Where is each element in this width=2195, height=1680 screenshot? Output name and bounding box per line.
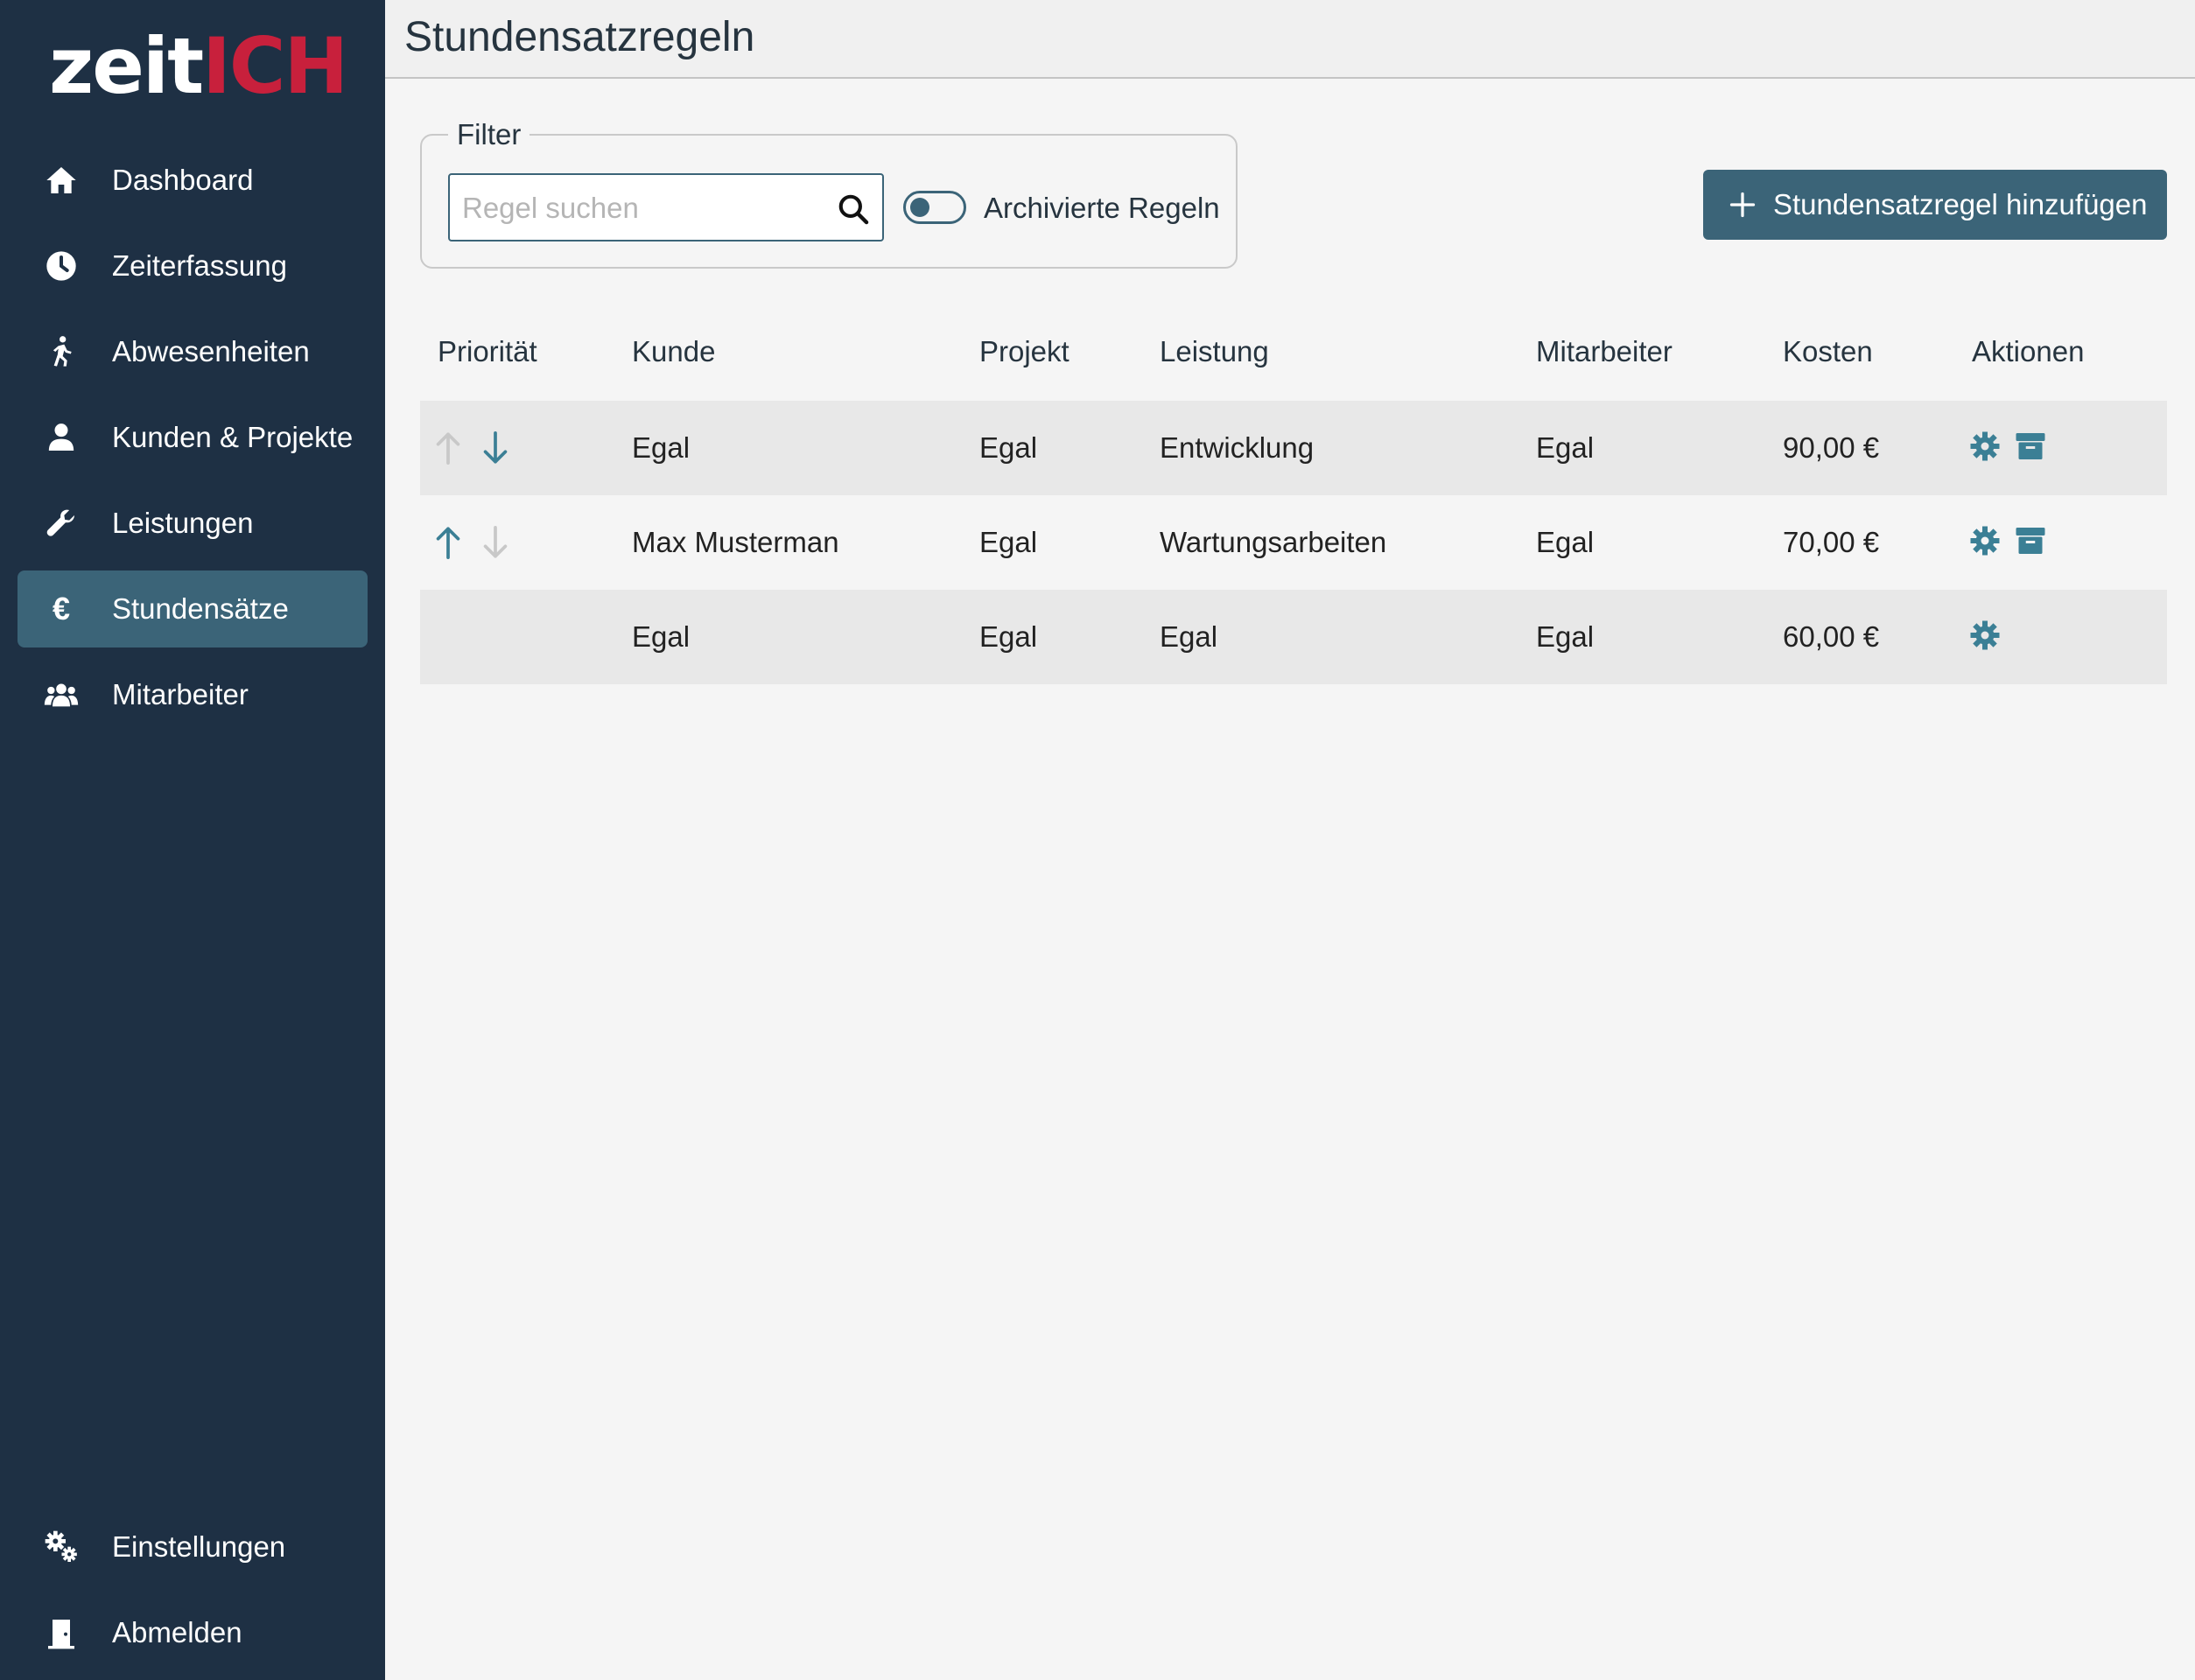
home-icon [42, 161, 81, 200]
page-title: Stundensatzregeln [404, 14, 755, 60]
add-rate-rule-button[interactable]: Stundensatzregel hinzufügen [1703, 170, 2167, 240]
cell-kosten: 90,00 € [1783, 431, 1880, 464]
cell-leistung: Entwicklung [1160, 431, 1315, 464]
sidebar-item-label: Einstellungen [112, 1530, 286, 1563]
plus-icon [1729, 192, 1756, 218]
settings-gear-icon[interactable] [1969, 525, 2001, 556]
column-header-kunde[interactable]: Kunde [632, 334, 715, 369]
search-field[interactable] [448, 173, 884, 242]
sidebar-item-abwesenheiten[interactable]: Abwesenheiten [18, 313, 368, 390]
column-header-kosten[interactable]: Kosten [1783, 334, 1873, 369]
column-header-mitarbeiter[interactable]: Mitarbeiter [1536, 334, 1673, 369]
cell-mitarbeiter: Egal [1536, 526, 1595, 558]
search-icon[interactable] [837, 192, 870, 226]
cell-kunde: Max Musterman [632, 526, 839, 558]
top-bar: Stundensatzregeln [385, 0, 2195, 79]
column-header-projekt[interactable]: Projekt [979, 334, 1069, 369]
sidebar-item-dashboard[interactable]: Dashboard [18, 142, 368, 219]
sidebar-item-abmelden[interactable]: Abmelden [18, 1594, 368, 1671]
cell-mitarbeiter: Egal [1536, 431, 1595, 464]
sidebar-item-einstellungen[interactable]: Einstellungen [18, 1508, 368, 1586]
sidebar-item-label: Abmelden [112, 1616, 242, 1648]
sidebar-item-label: Abwesenheiten [112, 335, 310, 368]
gears-icon [42, 1528, 81, 1566]
column-header-aktionen: Aktionen [1972, 335, 2085, 368]
sidebar-item-label: Leistungen [112, 507, 254, 539]
user-icon [42, 418, 81, 457]
users-icon [42, 676, 81, 714]
sidebar-item-stundensaetze[interactable]: € Stundensätze [18, 570, 368, 648]
app-logo[interactable]: zeitICH [49, 21, 348, 112]
search-input[interactable] [460, 182, 831, 234]
sidebar-item-zeiterfassung[interactable]: Zeiterfassung [18, 228, 368, 304]
archive-icon[interactable] [2015, 525, 2046, 556]
table-row: Max Musterman Egal Wartungsarbeiten Egal… [420, 495, 2167, 590]
move-up-icon[interactable] [432, 525, 464, 560]
cell-projekt: Egal [979, 431, 1038, 464]
cell-projekt: Egal [979, 620, 1038, 653]
cell-kosten: 60,00 € [1783, 620, 1880, 653]
table-row: Egal Egal Egal Egal 60,00 € [420, 590, 2167, 684]
archived-rules-toggle[interactable] [903, 191, 966, 224]
settings-gear-icon[interactable] [1969, 620, 2001, 651]
cell-projekt: Egal [979, 526, 1038, 558]
cell-kosten: 70,00 € [1783, 526, 1880, 558]
cell-leistung: Egal [1160, 620, 1218, 653]
clock-icon [42, 247, 81, 285]
table-row: Egal Egal Entwicklung Egal 90,00 € [420, 401, 2167, 495]
euro-icon: € [52, 591, 71, 626]
cell-mitarbeiter: Egal [1536, 620, 1595, 653]
sidebar-item-label: Dashboard [112, 164, 254, 196]
column-header-leistung[interactable]: Leistung [1160, 334, 1269, 369]
cell-leistung: Wartungsarbeiten [1160, 526, 1387, 558]
walking-person-icon [42, 332, 81, 371]
wrench-icon [42, 504, 81, 542]
logo-part-zeit: zeit [49, 21, 204, 111]
column-header-prioritaet[interactable]: Priorität [438, 334, 537, 369]
move-down-icon [483, 526, 508, 558]
logo-part-ich: ICH [202, 21, 348, 111]
archive-icon[interactable] [2015, 430, 2046, 462]
settings-gear-icon[interactable] [1969, 430, 2001, 462]
cell-kunde: Egal [632, 431, 691, 464]
sidebar-item-label: Stundensätze [112, 592, 289, 625]
filter-legend: Filter [448, 117, 530, 152]
cell-kunde: Egal [632, 620, 691, 653]
archived-rules-label: Archivierte Regeln [984, 192, 1220, 224]
move-up-icon [436, 432, 460, 465]
add-button-label: Stundensatzregel hinzufügen [1773, 188, 2148, 220]
sidebar-item-leistungen[interactable]: Leistungen [18, 485, 368, 562]
sidebar-item-label: Zeiterfassung [112, 249, 287, 282]
sidebar-item-label: Mitarbeiter [112, 678, 249, 710]
move-down-icon[interactable] [480, 430, 511, 466]
sidebar: zeitICH Dashboard Zeiterfassung Abwesenh… [0, 0, 385, 1680]
sidebar-item-label: Kunden & Projekte [112, 421, 354, 453]
sidebar-item-kunden-projekte[interactable]: Kunden & Projekte [18, 399, 368, 476]
door-icon [42, 1614, 81, 1652]
toggle-knob [910, 198, 929, 217]
sidebar-item-mitarbeiter[interactable]: Mitarbeiter [18, 656, 368, 733]
